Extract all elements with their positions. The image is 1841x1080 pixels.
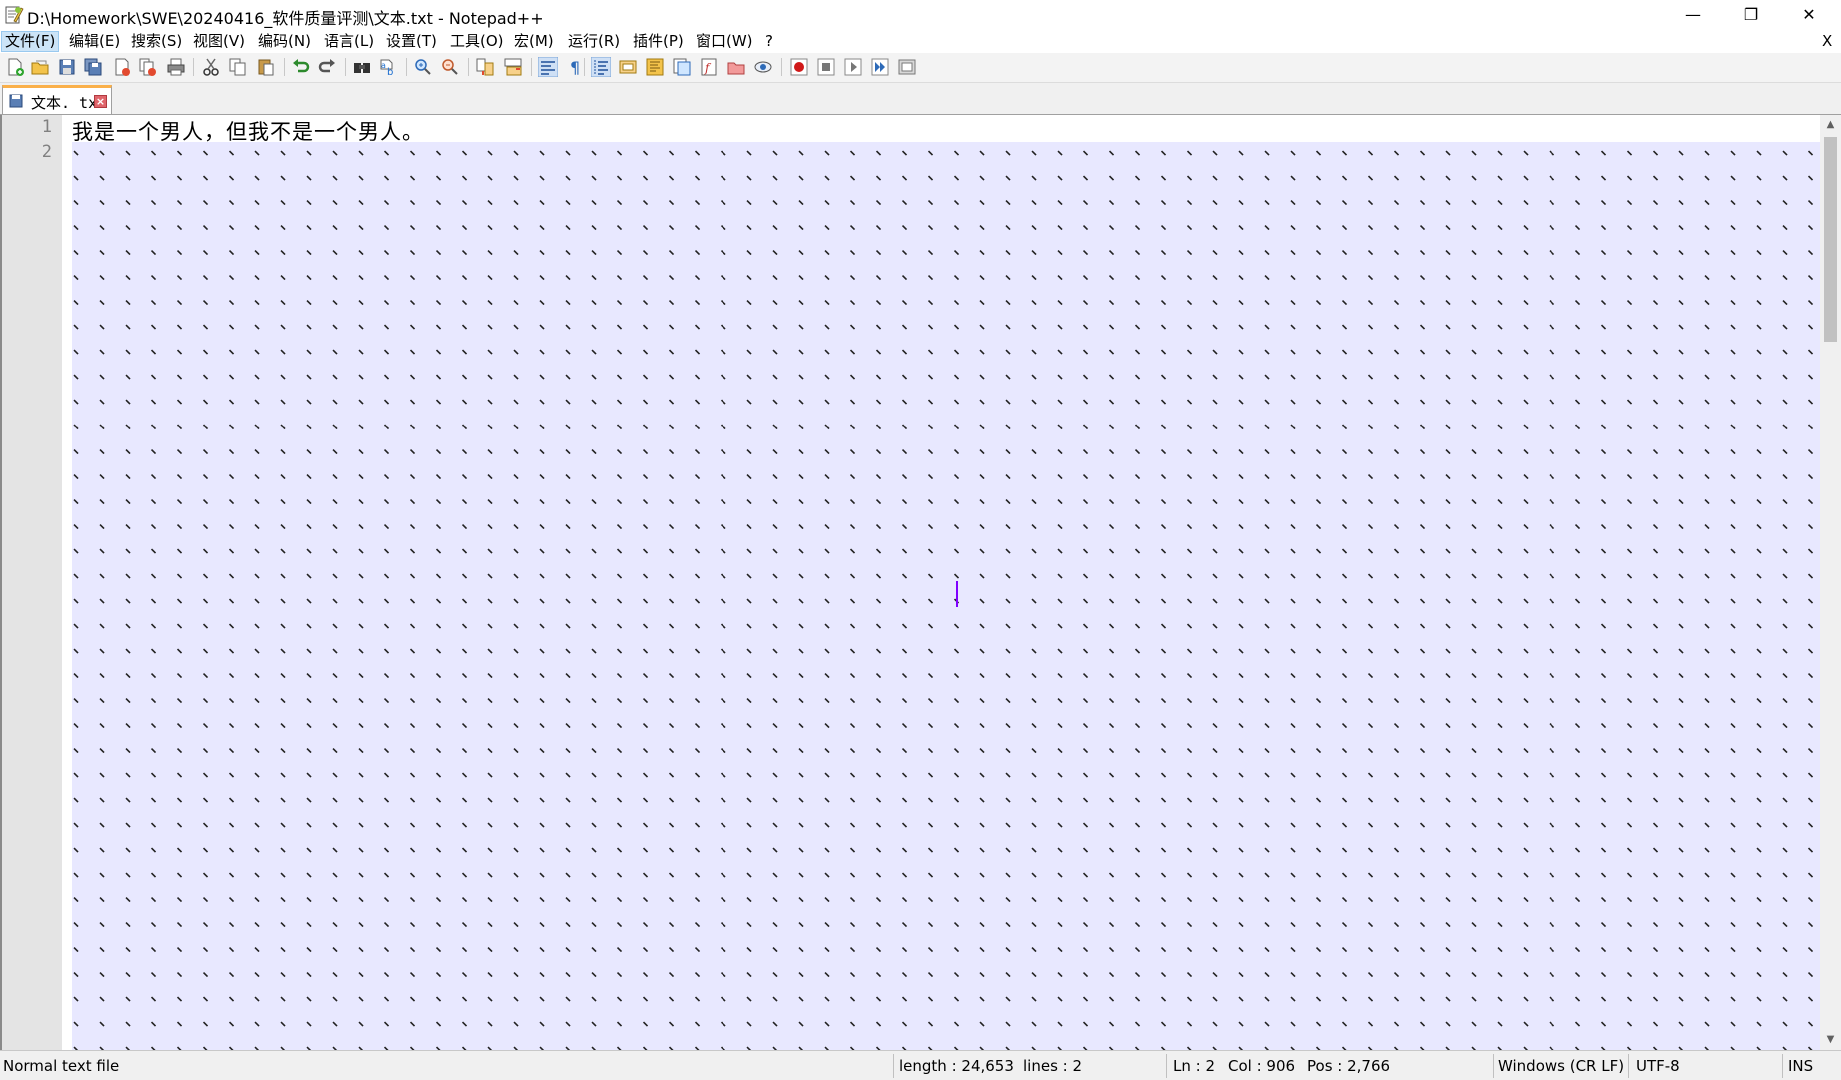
undo-icon[interactable] (291, 57, 311, 77)
copy-icon[interactable] (228, 57, 248, 77)
toolbar-separator (531, 58, 532, 76)
status-encoding: UTF-8 (1636, 1057, 1680, 1075)
menu-settings[interactable]: 设置(T) (383, 31, 440, 52)
status-separator (1166, 1054, 1167, 1078)
indent-guide-icon[interactable] (591, 57, 611, 77)
macro-save-icon[interactable] (897, 57, 917, 77)
language-udl-icon[interactable] (618, 57, 638, 77)
menu-help[interactable]: ? (762, 31, 776, 52)
menu-macro[interactable]: 宏(M) (511, 31, 557, 52)
vertical-scrollbar[interactable]: ▲ ▼ (1820, 115, 1841, 1050)
tab-close-button[interactable]: × (94, 95, 107, 108)
close-window-button[interactable]: ✕ (1780, 0, 1838, 30)
status-column: Col : 906 (1228, 1057, 1296, 1075)
scroll-down-arrow-icon[interactable]: ▼ (1820, 1030, 1841, 1050)
text-caret (956, 581, 958, 607)
line-number: 1 (41, 117, 52, 137)
menu-tools[interactable]: 工具(O) (447, 31, 507, 52)
status-bar: Normal text file length : 24,653 lines :… (0, 1050, 1841, 1080)
scrollbar-thumb[interactable] (1824, 137, 1837, 342)
show-all-chars-icon[interactable]: ¶ (565, 57, 585, 77)
menu-window[interactable]: 窗口(W) (693, 31, 756, 52)
menu-search[interactable]: 搜索(S) (128, 31, 185, 52)
scroll-up-arrow-icon[interactable]: ▲ (1820, 115, 1841, 135)
menu-encoding[interactable]: 编码(N) (255, 31, 314, 52)
save-icon[interactable] (57, 57, 77, 77)
status-separator (1782, 1054, 1783, 1078)
folder-workspace-icon[interactable] (726, 57, 746, 77)
line-number-gutter: 1 2 (2, 115, 62, 1050)
minimize-button[interactable]: — (1664, 0, 1722, 30)
svg-text:b: b (387, 67, 393, 77)
toolbar-separator (193, 58, 194, 76)
doc-list-icon[interactable] (672, 57, 692, 77)
sync-horizontal-icon[interactable] (503, 57, 523, 77)
saved-file-icon (9, 94, 23, 108)
notepadpp-app-icon (5, 6, 24, 24)
close-all-icon[interactable] (138, 57, 158, 77)
toolbar-separator (406, 58, 407, 76)
menu-view[interactable]: 视图(V) (190, 31, 248, 52)
cut-icon[interactable] (201, 57, 221, 77)
svg-text:a: a (381, 61, 386, 70)
restore-button[interactable]: ❐ (1722, 0, 1780, 30)
menu-bar: 文件(F) 编辑(E) 搜索(S) 视图(V) 编码(N) 语言(L) 设置(T… (0, 30, 1841, 53)
replace-icon[interactable]: ba (378, 57, 398, 77)
toolbar-separator (781, 58, 782, 76)
save-all-icon[interactable] (83, 57, 103, 77)
toolbar-separator (584, 58, 585, 76)
menu-edit[interactable]: 编辑(E) (66, 31, 123, 52)
print-icon[interactable] (166, 57, 186, 77)
macro-play-icon[interactable] (843, 57, 863, 77)
status-separator (893, 1054, 894, 1078)
monitoring-icon[interactable] (753, 57, 773, 77)
toolbar-separator (284, 58, 285, 76)
paste-icon[interactable] (256, 57, 276, 77)
status-separator (1628, 1054, 1629, 1078)
menu-run[interactable]: 运行(R) (565, 31, 623, 52)
status-file-type: Normal text file (3, 1057, 120, 1075)
doc-map-icon[interactable] (645, 57, 665, 77)
function-list-icon[interactable]: f (699, 57, 719, 77)
window-title: D:\Homework\SWE\20240416_软件质量评测\文本.txt -… (27, 9, 544, 28)
menu-language[interactable]: 语言(L) (321, 31, 377, 52)
zoom-out-icon[interactable] (440, 57, 460, 77)
macro-stop-icon[interactable] (816, 57, 836, 77)
title-bar: D:\Homework\SWE\20240416_软件质量评测\文本.txt -… (0, 0, 1841, 30)
status-line-number: Ln : 2 (1173, 1057, 1215, 1075)
zoom-in-icon[interactable] (413, 57, 433, 77)
menu-file[interactable]: 文件(F) (1, 31, 60, 52)
macro-record-icon[interactable] (789, 57, 809, 77)
tab-bar: 文本. txt × (0, 83, 1841, 115)
status-position: Pos : 2,766 (1307, 1057, 1391, 1075)
status-eol: Windows (CR LF) (1498, 1057, 1625, 1075)
close-document-x-button[interactable]: X (1822, 32, 1832, 50)
redo-icon[interactable] (317, 57, 337, 77)
toolbar-separator (468, 58, 469, 76)
line-number: 2 (41, 142, 52, 162)
find-icon[interactable] (352, 57, 372, 77)
svg-text:¶: ¶ (570, 58, 580, 77)
close-icon[interactable] (112, 57, 132, 77)
current-line-highlight (72, 142, 1820, 1050)
sync-vertical-icon[interactable] (475, 57, 495, 77)
open-file-icon[interactable] (30, 57, 50, 77)
editor-area[interactable]: 1 2 我是一个男人，但我不是一个男人。 (0, 115, 1820, 1050)
status-separator (1493, 1054, 1494, 1078)
word-wrap-icon[interactable] (538, 57, 558, 77)
macro-run-multiple-icon[interactable] (870, 57, 890, 77)
status-insert-mode: INS (1788, 1057, 1814, 1075)
toolbar-separator (345, 58, 346, 76)
status-lines: lines : 2 (1023, 1057, 1083, 1075)
toolbar: ba ¶ f (0, 53, 1841, 83)
status-length: length : 24,653 (899, 1057, 1014, 1075)
tab-document[interactable]: 文本. txt × (2, 85, 112, 114)
new-file-icon[interactable] (5, 57, 25, 77)
menu-plugins[interactable]: 插件(P) (630, 31, 687, 52)
